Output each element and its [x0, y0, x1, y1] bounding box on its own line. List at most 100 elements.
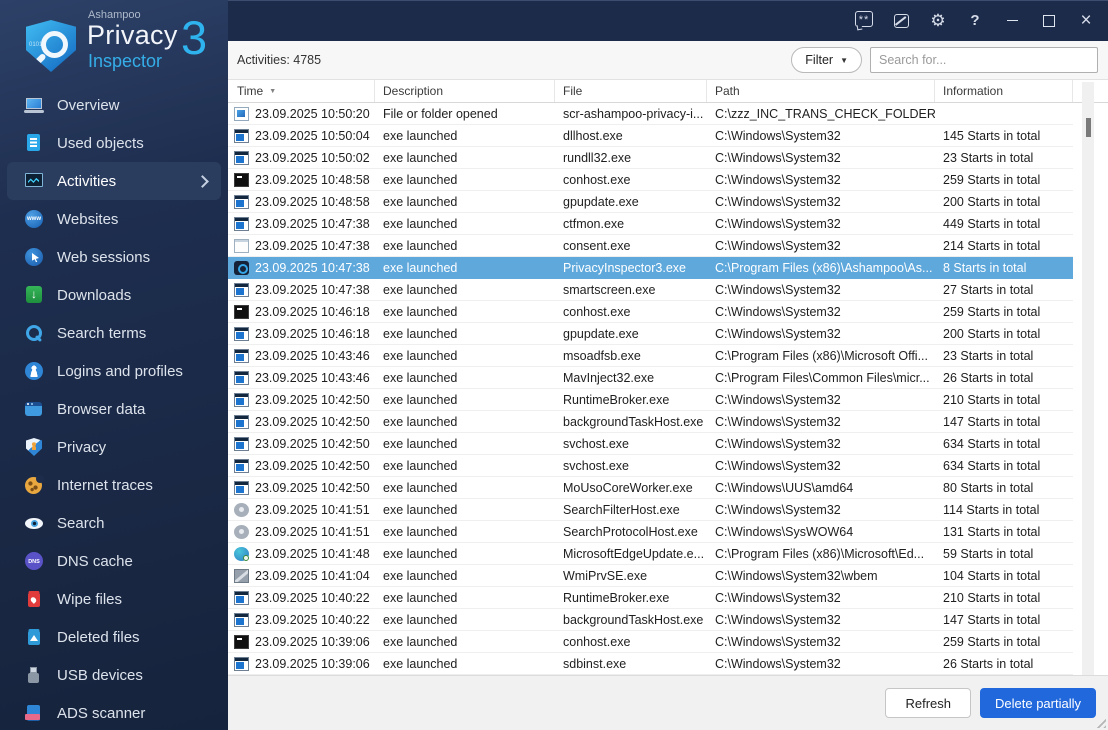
app-window-icon [234, 326, 249, 341]
app-window-icon [234, 612, 249, 627]
notes-icon[interactable] [889, 9, 913, 33]
sidebar-item-overview[interactable]: Overview [7, 86, 221, 124]
cell-path: C:\Windows\UUS\amd64 [715, 480, 854, 495]
time-value: 23.09.2025 10:47:38 [255, 260, 370, 275]
resize-grip-icon[interactable] [1093, 715, 1106, 728]
table-row[interactable]: 23.09.2025 10:50:02 exe launched rundll32.… [228, 147, 1073, 169]
usb-devices-icon [24, 665, 44, 685]
sidebar-item-activities[interactable]: Activities [7, 162, 221, 200]
table-row[interactable]: 23.09.2025 10:42:50 exe launched svchost.e… [228, 455, 1073, 477]
cell-path: C:\Windows\System32 [715, 216, 841, 231]
refresh-button[interactable]: Refresh [885, 688, 971, 718]
app-window-icon [234, 194, 249, 209]
indexer-gear-icon [234, 502, 249, 517]
column-header-information[interactable]: Information [935, 80, 1073, 102]
sidebar-item-label: Privacy [57, 438, 107, 456]
table-row[interactable]: 23.09.2025 10:48:58 exe launched gpupdate.… [228, 191, 1073, 213]
sidebar-item-wipe-files[interactable]: Wipe files [7, 580, 221, 618]
table-row[interactable]: 23.09.2025 10:48:58 exe launched conhost.e… [228, 169, 1073, 191]
chevron-right-icon [196, 174, 209, 188]
sidebar-item-downloads[interactable]: Downloads [7, 276, 221, 314]
cell-path: C:\Windows\System32 [715, 502, 841, 517]
table-row[interactable]: 23.09.2025 10:41:51 exe launched SearchPro… [228, 521, 1073, 543]
filter-button[interactable]: Filter ▼ [791, 47, 862, 73]
cell-description: exe launched [383, 590, 458, 605]
time-value: 23.09.2025 10:40:22 [255, 590, 370, 605]
column-header-description[interactable]: Description [375, 80, 555, 102]
minimize-icon[interactable] [1000, 9, 1024, 33]
sidebar-item-label: Deleted files [57, 628, 140, 646]
sidebar-item-logins-and-profiles[interactable]: Logins and profiles [7, 352, 221, 390]
cell-time: 23.09.2025 10:42:50 [228, 392, 375, 407]
sidebar-item-search-terms[interactable]: Search terms [7, 314, 221, 352]
sidebar-item-browser-data[interactable]: Browser data [7, 390, 221, 428]
delete-partially-button[interactable]: Delete partially [980, 688, 1096, 718]
cell-time: 23.09.2025 10:50:04 [228, 128, 375, 143]
cell-time: 23.09.2025 10:50:02 [228, 150, 375, 165]
cell-file: MoUsoCoreWorker.exe [563, 480, 693, 495]
table-row[interactable]: 23.09.2025 10:42:50 exe launched svchost.e… [228, 433, 1073, 455]
sidebar-item-usb-devices[interactable]: USB devices [7, 656, 221, 694]
column-header-file[interactable]: File [555, 80, 707, 102]
sidebar-item-privacy[interactable]: Privacy [7, 428, 221, 466]
table-row[interactable]: 23.09.2025 10:43:46 exe launched msoadfsb.… [228, 345, 1073, 367]
sidebar-item-used-objects[interactable]: Used objects [7, 124, 221, 162]
search-input[interactable] [870, 47, 1098, 73]
time-value: 23.09.2025 10:48:58 [255, 172, 370, 187]
table-row[interactable]: 23.09.2025 10:42:50 exe launched backgroun… [228, 411, 1073, 433]
vertical-scrollbar[interactable] [1082, 82, 1094, 675]
cell-path: C:\Windows\System32 [715, 238, 841, 253]
settings-icon[interactable]: ⚙ [926, 9, 950, 33]
cell-information: 26 Starts in total [943, 656, 1034, 671]
table-row[interactable]: 23.09.2025 10:50:20 File or folder opened… [228, 103, 1073, 125]
cell-file: RuntimeBroker.exe [563, 392, 670, 407]
console-icon [234, 634, 249, 649]
table-row[interactable]: 23.09.2025 10:41:04 exe launched WmiPrvSE.… [228, 565, 1073, 587]
cell-time: 23.09.2025 10:40:22 [228, 590, 375, 605]
table-row[interactable]: 23.09.2025 10:47:38 exe launched PrivacyIn… [228, 257, 1073, 279]
table-row[interactable]: 23.09.2025 10:39:06 exe launched sdbinst.e… [228, 653, 1073, 675]
cell-path: C:\zzz_INC_TRANS_CHECK_FOLDER [715, 106, 935, 121]
table-row[interactable]: 23.09.2025 10:47:38 exe launched ctfmon.ex… [228, 213, 1073, 235]
cell-description: exe launched [383, 480, 458, 495]
table-row[interactable]: 23.09.2025 10:41:51 exe launched SearchFil… [228, 499, 1073, 521]
table-row[interactable]: 23.09.2025 10:42:50 exe launched RuntimeBr… [228, 389, 1073, 411]
sidebar-item-ads-scanner[interactable]: ADS scanner [7, 694, 221, 730]
app-window-icon [234, 414, 249, 429]
table-row[interactable]: 23.09.2025 10:40:22 exe launched backgroun… [228, 609, 1073, 631]
app-window-icon [234, 436, 249, 451]
table-row[interactable]: 23.09.2025 10:50:04 exe launched dllhost.e… [228, 125, 1073, 147]
help-icon[interactable]: ? [963, 9, 987, 33]
app-window-icon [234, 480, 249, 495]
sidebar-item-deleted-files[interactable]: Deleted files [7, 618, 221, 656]
time-value: 23.09.2025 10:41:48 [255, 546, 370, 561]
sidebar-item-web-sessions[interactable]: Web sessions [7, 238, 221, 276]
internet-traces-icon [24, 475, 44, 495]
maximize-icon[interactable] [1037, 9, 1061, 33]
table-row[interactable]: 23.09.2025 10:46:18 exe launched gpupdate.… [228, 323, 1073, 345]
sidebar-item-dns-cache[interactable]: DNS DNS cache [7, 542, 221, 580]
cell-file: rundll32.exe [563, 150, 632, 165]
table-row[interactable]: 23.09.2025 10:40:22 exe launched RuntimeBr… [228, 587, 1073, 609]
column-header-label: Description [383, 84, 444, 98]
feedback-icon[interactable] [852, 9, 876, 33]
table-row[interactable]: 23.09.2025 10:43:46 exe launched MavInject… [228, 367, 1073, 389]
close-icon[interactable]: × [1074, 9, 1098, 33]
cell-description: exe launched [383, 524, 458, 539]
table-row[interactable]: 23.09.2025 10:47:38 exe launched consent.e… [228, 235, 1073, 257]
cell-path: C:\Windows\System32 [715, 128, 841, 143]
app-logo: 0101 Ashampoo Privacy Inspector 3 [0, 0, 228, 86]
table-row[interactable]: 23.09.2025 10:47:38 exe launched smartscre… [228, 279, 1073, 301]
sidebar-item-websites[interactable]: www Websites [7, 200, 221, 238]
sidebar-item-search[interactable]: Search [7, 504, 221, 542]
websites-icon: www [24, 209, 44, 229]
sidebar-item-internet-traces[interactable]: Internet traces [7, 466, 221, 504]
table-row[interactable]: 23.09.2025 10:41:48 exe launched Microsoft… [228, 543, 1073, 565]
column-header-path[interactable]: Path [707, 80, 935, 102]
scrollbar-thumb[interactable] [1085, 118, 1091, 137]
table-row[interactable]: 23.09.2025 10:42:50 exe launched MoUsoCore… [228, 477, 1073, 499]
cell-file: PrivacyInspector3.exe [563, 260, 686, 275]
table-row[interactable]: 23.09.2025 10:39:06 exe launched conhost.e… [228, 631, 1073, 653]
column-header-time[interactable]: Time ▼ [228, 80, 375, 102]
table-row[interactable]: 23.09.2025 10:46:18 exe launched conhost.e… [228, 301, 1073, 323]
